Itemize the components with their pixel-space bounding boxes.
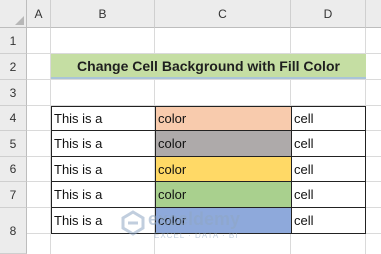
cell-c4[interactable]: color [155, 106, 292, 131]
select-all-corner[interactable] [0, 0, 27, 28]
cell-c7[interactable]: color [155, 181, 292, 208]
watermark-tagline: EXCEL · DATA · BI [154, 231, 239, 240]
cell-c5[interactable]: color [155, 130, 292, 157]
column-header-c[interactable]: C [155, 0, 291, 28]
watermark: exceldemy EXCEL · DATA · BI [120, 206, 290, 240]
cell-d6[interactable]: cell [291, 156, 366, 182]
cell-d5[interactable]: cell [291, 130, 366, 157]
column-header-d[interactable]: D [291, 0, 366, 28]
cell-b5[interactable]: This is a [51, 130, 156, 157]
cell-d4[interactable]: cell [291, 106, 366, 131]
row-header-3[interactable]: 3 [0, 80, 27, 106]
column-header-next[interactable] [366, 0, 381, 28]
watermark-name: exceldemy [148, 209, 241, 229]
row-header-6[interactable]: 6 [0, 157, 27, 182]
select-all-icon [15, 16, 24, 25]
cell-d8[interactable]: cell [291, 207, 366, 234]
cell-d7[interactable]: cell [291, 181, 366, 208]
row-header-7[interactable]: 7 [0, 182, 27, 208]
sheet-title-cell[interactable]: Change Cell Background with Fill Color [51, 54, 366, 79]
exceldemy-logo-icon [121, 210, 145, 236]
row-header-1[interactable]: 1 [0, 28, 27, 54]
row-header-4[interactable]: 4 [0, 106, 27, 131]
row-header-5[interactable]: 5 [0, 131, 27, 157]
cell-b4[interactable]: This is a [51, 106, 156, 131]
cell-c6[interactable]: color [155, 156, 292, 182]
row-header-8[interactable]: 8 [0, 208, 27, 254]
cell-b6[interactable]: This is a [51, 156, 156, 182]
cell-b7[interactable]: This is a [51, 181, 156, 208]
gridline [27, 79, 381, 80]
column-header-a[interactable]: A [27, 0, 51, 28]
row-header-2[interactable]: 2 [0, 54, 27, 80]
spreadsheet: A B C D 1 2 3 4 5 6 7 8 Change Cell Back… [0, 0, 381, 254]
column-header-b[interactable]: B [51, 0, 155, 28]
